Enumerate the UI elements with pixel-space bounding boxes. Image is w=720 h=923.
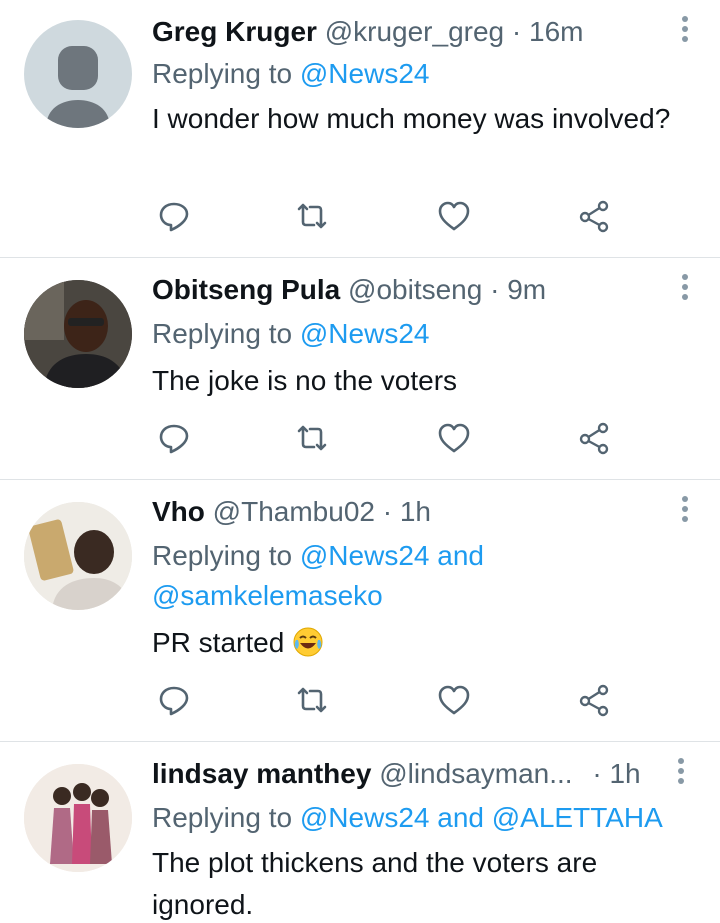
share-icon[interactable] [576,682,612,718]
separator-dot: · [511,16,522,47]
user-handle[interactable]: @kruger_greg [325,16,504,47]
avatar[interactable] [24,20,132,128]
group-photo [24,764,132,872]
child-photo [24,502,132,610]
display-name[interactable]: Obitseng Pula [152,274,340,305]
user-handle[interactable]: @obitseng [348,274,482,305]
tweet-text: The plot thickens and the voters are ign… [152,847,598,920]
display-name[interactable]: Greg Kruger [152,16,317,47]
replying-prefix: Replying to [152,58,293,89]
reply-icon[interactable] [156,420,192,456]
person-photo [24,280,132,388]
tweet-text: I wonder how much money was involved? [152,103,671,134]
timestamp[interactable]: 16m [529,16,583,47]
replying-prefix: Replying to [152,318,293,349]
replying-to: Replying to @News24 [152,314,429,354]
user-handle[interactable]: @lindsayman... [379,758,572,789]
tweet-3[interactable]: Vho @Thambu02 · 1h Replying to @News24 a… [0,480,720,742]
avatar[interactable] [24,502,132,610]
more-options-icon[interactable] [680,496,690,526]
tweet-header: Obitseng Pula @obitseng · 9m [152,272,546,308]
replying-prefix: Replying to [152,802,293,833]
avatar[interactable] [24,280,132,388]
replying-to: Replying to @News24 and @ALETTAHA [152,798,663,838]
timestamp[interactable]: 9m [507,274,546,305]
mention-link[interactable]: @News24 [300,58,430,89]
replying-prefix: Replying to [152,540,293,571]
mention-link[interactable]: @News24 [300,802,430,833]
replying-to: Replying to @News24 and @samkelemaseko [152,536,672,616]
reply-icon[interactable] [156,198,192,234]
tears-of-joy-emoji [293,627,323,657]
retweet-icon[interactable] [294,682,330,718]
mention-joiner: and [437,802,484,833]
user-handle[interactable]: @Thambu02 [213,496,375,527]
mention-link[interactable]: @ALETTAHA [492,802,663,833]
action-bar [152,682,622,718]
tweet-text: The joke is no the voters [152,365,458,396]
tweet-header: Greg Kruger @kruger_greg · 16m [152,14,583,50]
reply-icon[interactable] [156,682,192,718]
like-heart-icon[interactable] [436,420,472,456]
share-icon[interactable] [576,420,612,456]
mention-joiner: and [437,540,484,571]
retweet-icon[interactable] [294,420,330,456]
separator-dot: · [490,274,500,305]
tweet-4[interactable]: lindsay manthey @lindsayman... · 1h Repl… [0,742,720,923]
timestamp[interactable]: 1h [609,758,640,789]
mention-link[interactable]: @News24 [300,540,430,571]
retweet-icon[interactable] [294,198,330,234]
display-name[interactable]: Vho [152,496,205,527]
tweet-2[interactable]: Obitseng Pula @obitseng · 9m Replying to… [0,258,720,480]
action-bar [152,198,622,234]
timestamp[interactable]: 1h [400,496,431,527]
more-options-icon[interactable] [680,16,690,46]
tweet-1[interactable]: Greg Kruger @kruger_greg · 16m Replying … [0,0,720,258]
tweet-header: lindsay manthey @lindsayman... · 1h [152,756,641,792]
mention-link[interactable]: @News24 [300,318,430,349]
tweet-header: Vho @Thambu02 · 1h [152,494,431,530]
separator-dot: · [382,496,393,527]
tweet-text-container: PR started [152,622,692,664]
mention-link[interactable]: @samkelemaseko [152,580,383,611]
default-avatar-icon [46,46,110,128]
tweet-text: PR started [152,627,285,658]
replying-to: Replying to @News24 [152,54,429,94]
action-bar [152,420,622,456]
like-heart-icon[interactable] [436,198,472,234]
share-icon[interactable] [576,198,612,234]
more-options-icon[interactable] [680,274,690,304]
display-name[interactable]: lindsay manthey [152,758,371,789]
like-heart-icon[interactable] [436,682,472,718]
more-options-icon[interactable] [676,758,686,788]
separator-dot: · [592,758,602,789]
avatar[interactable] [24,764,132,872]
